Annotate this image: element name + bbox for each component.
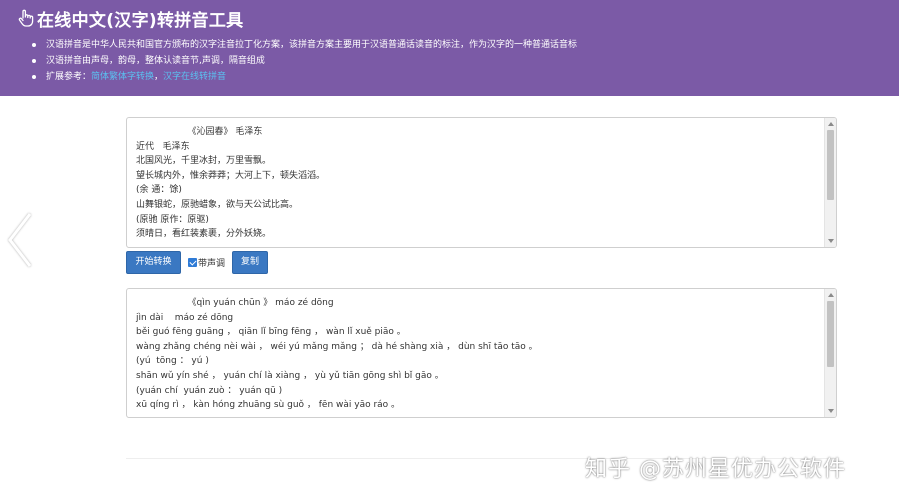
source-scrollbar[interactable] xyxy=(824,118,836,247)
intro-item-2: 汉语拼音由声母，韵母，整体认读音节,声调，隔音组成 xyxy=(30,53,577,69)
intro-item-1: 汉语拼音是中华人民共和国官方颁布的汉字注音拉丁化方案，该拼音方案主要用于汉语普通… xyxy=(30,37,577,53)
scroll-down-arrow-icon[interactable] xyxy=(828,409,834,413)
source-scroll-thumb[interactable] xyxy=(827,130,834,200)
scroll-up-arrow-icon[interactable] xyxy=(828,122,834,126)
result-scroll-thumb[interactable] xyxy=(827,301,834,367)
scroll-down-arrow-icon[interactable] xyxy=(828,239,834,243)
copy-button[interactable]: 复制 xyxy=(232,251,269,274)
reference-separator: ， xyxy=(154,72,164,82)
hand-pointer-icon xyxy=(18,9,34,27)
tone-checkbox[interactable] xyxy=(188,258,197,267)
page-title: 在线中文(汉字)转拼音工具 xyxy=(18,7,244,31)
action-bar: 开始转换 带声调 复制 xyxy=(126,251,269,274)
result-scrollbar[interactable] xyxy=(824,289,836,417)
watermark: 知乎 @苏州星优办公软件 xyxy=(585,457,846,482)
scroll-up-arrow-icon[interactable] xyxy=(828,293,834,297)
convert-button[interactable]: 开始转换 xyxy=(126,251,181,274)
source-textarea[interactable]: 《沁园春》 毛泽东 近代 毛泽东 北国风光，千里冰封，万里雪飘。 望长城内外，惟… xyxy=(126,117,837,248)
reference-prefix: 扩展参考： xyxy=(46,72,92,82)
tone-label: 带声调 xyxy=(198,259,226,269)
source-text: 《沁园春》 毛泽东 近代 毛泽东 北国风光，千里冰封，万里雪飘。 望长城内外，惟… xyxy=(136,127,326,240)
link-hanzi-to-pinyin[interactable]: 汉字在线转拼音 xyxy=(163,72,226,82)
tone-option[interactable]: 带声调 xyxy=(188,256,225,269)
page-header: 在线中文(汉字)转拼音工具 汉语拼音是中华人民共和国官方颁布的汉字注音拉丁化方案… xyxy=(0,0,899,96)
intro-item-reference: 扩展参考：简体繁体字转换，汉字在线转拼音 xyxy=(30,69,577,85)
chevron-left-icon[interactable] xyxy=(4,210,36,270)
page-title-text: 在线中文(汉字)转拼音工具 xyxy=(37,10,244,31)
link-simplified-traditional[interactable]: 简体繁体字转换 xyxy=(91,72,154,82)
intro-list: 汉语拼音是中华人民共和国官方颁布的汉字注音拉丁化方案，该拼音方案主要用于汉语普通… xyxy=(30,37,577,85)
result-text: 《qìn yuán chūn 》 máo zé dōng jìn dài máo… xyxy=(136,298,538,411)
result-textarea[interactable]: 《qìn yuán chūn 》 máo zé dōng jìn dài máo… xyxy=(126,288,837,418)
